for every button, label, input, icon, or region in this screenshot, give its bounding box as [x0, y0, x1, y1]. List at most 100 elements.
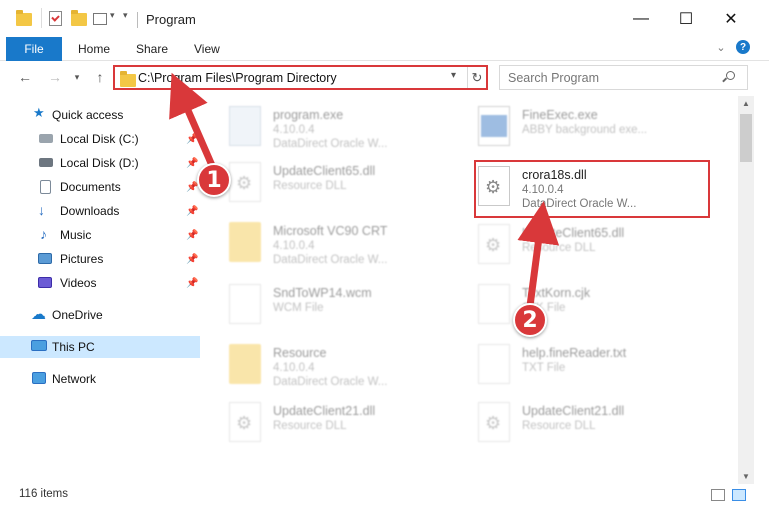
details-view-icon[interactable]: [711, 489, 725, 501]
sidebar-item-label: Local Disk (D:): [60, 156, 139, 170]
file-description: DataDirect Oracle W...: [273, 254, 388, 266]
folder-icon: [16, 9, 32, 28]
selected-file-highlight: [474, 160, 710, 218]
divider: [137, 12, 138, 28]
chevron-down-icon[interactable]: ▾: [110, 10, 115, 21]
refresh-button[interactable]: ↻: [467, 67, 486, 88]
scroll-down-icon[interactable]: ▼: [741, 472, 751, 481]
search-placeholder: Search Program: [508, 71, 600, 85]
dll-icon: [229, 162, 261, 202]
sidebar-item-videos[interactable]: Videos 📌: [0, 272, 200, 294]
customize-view-icon[interactable]: [93, 13, 107, 25]
folder-icon: [229, 344, 261, 384]
file-item[interactable]: UpdateClient65.dll Resource DLL: [478, 220, 718, 276]
tab-home[interactable]: Home: [78, 37, 110, 61]
pin-icon[interactable]: 📌: [186, 158, 198, 169]
sidebar-item-label: Pictures: [60, 252, 104, 266]
pin-icon[interactable]: 📌: [186, 134, 198, 145]
tab-view[interactable]: View: [194, 37, 220, 61]
file-type: TXT File: [522, 362, 566, 374]
new-folder-icon[interactable]: [71, 9, 87, 28]
collapse-ribbon-icon[interactable]: ⌄: [714, 40, 728, 54]
window-title: Program: [146, 12, 196, 27]
exe-icon: [478, 106, 510, 146]
close-button[interactable]: ✕: [716, 8, 746, 30]
drive-icon: [39, 158, 53, 167]
file-item[interactable]: help.fineReader.txt TXT File: [478, 340, 718, 396]
pin-icon[interactable]: 📌: [186, 254, 198, 265]
large-icons-view-icon[interactable]: [732, 489, 746, 501]
pictures-icon: [38, 253, 52, 264]
help-icon[interactable]: ?: [736, 40, 750, 54]
properties-icon[interactable]: [49, 11, 62, 26]
file-name: UpdateClient21.dll: [273, 404, 376, 418]
file-item[interactable]: UpdateClient21.dll Resource DLL: [478, 398, 718, 454]
file-item[interactable]: UpdateClient65.dll Resource DLL: [229, 158, 469, 214]
sidebar-item-network[interactable]: Network: [0, 368, 200, 390]
file-name: UpdateClient65.dll: [273, 164, 376, 178]
file-name: TextKorn.cjk: [522, 286, 591, 300]
sidebar-item-label: Documents: [60, 180, 121, 194]
file-icon: [229, 284, 261, 324]
status-bar: 116 items: [0, 484, 769, 506]
pin-icon[interactable]: 📌: [186, 230, 198, 241]
up-button[interactable]: ↑: [89, 66, 111, 88]
sidebar-item-quick-access[interactable]: ★ Quick access: [0, 104, 200, 126]
scroll-up-icon[interactable]: ▲: [741, 99, 751, 108]
downloads-icon: ↓: [38, 202, 45, 218]
file-version: 4.10.0.4: [273, 124, 315, 136]
file-item[interactable]: SndToWP14.wcm WCM File: [229, 280, 469, 336]
step-1-badge: 1: [197, 163, 231, 197]
maximize-button[interactable]: ☐: [671, 8, 701, 30]
sidebar-item-label: This PC: [52, 340, 95, 354]
file-type: WCM File: [273, 302, 324, 314]
pin-icon[interactable]: 📌: [186, 206, 198, 217]
tab-share[interactable]: Share: [136, 37, 168, 61]
forward-button[interactable]: →: [44, 66, 66, 88]
network-icon: [32, 372, 46, 384]
dll-icon: [229, 402, 261, 442]
search-input[interactable]: Search Program: [499, 65, 748, 90]
file-item[interactable]: Microsoft VC90 CRT 4.10.0.4 DataDirect O…: [229, 218, 469, 274]
sidebar-item-pictures[interactable]: Pictures 📌: [0, 248, 200, 270]
search-icon: [726, 71, 735, 80]
dll-icon: [478, 402, 510, 442]
file-item[interactable]: Resource 4.10.0.4 DataDirect Oracle W...: [229, 340, 469, 396]
file-type: Resource DLL: [273, 420, 347, 432]
exe-icon: [229, 106, 261, 146]
file-type: Resource DLL: [522, 242, 596, 254]
sidebar-item-local-disk-c[interactable]: Local Disk (C:) 📌: [0, 128, 200, 150]
computer-icon: [31, 340, 47, 351]
qa-dropdown-icon[interactable]: ▾: [123, 10, 128, 21]
file-name: UpdateClient65.dll: [522, 226, 625, 240]
item-count: 116 items: [19, 488, 69, 500]
ribbon: File Home Share View: [0, 37, 769, 61]
sidebar-item-onedrive[interactable]: ☁ OneDrive: [0, 304, 200, 326]
sidebar-item-label: OneDrive: [52, 308, 103, 322]
scroll-thumb[interactable]: [740, 114, 752, 162]
pin-icon[interactable]: 📌: [186, 278, 198, 289]
minimize-button[interactable]: —: [626, 8, 656, 30]
file-name: FineExec.exe: [522, 108, 598, 122]
sidebar-item-music[interactable]: ♪ Music 📌: [0, 224, 200, 246]
music-icon: ♪: [40, 226, 47, 242]
sidebar-item-downloads[interactable]: ↓ Downloads 📌: [0, 200, 200, 222]
recent-dropdown-icon[interactable]: ▾: [66, 66, 88, 88]
title-bar: ▾ ▾ Program — ☐ ✕: [0, 0, 769, 38]
sidebar-item-documents[interactable]: Documents 📌: [0, 176, 200, 198]
file-description: DataDirect Oracle W...: [273, 138, 388, 150]
divider: [41, 8, 42, 28]
file-item[interactable]: program.exe 4.10.0.4 DataDirect Oracle W…: [229, 102, 469, 158]
tab-file[interactable]: File: [6, 37, 62, 61]
sidebar-item-label: Downloads: [60, 204, 120, 218]
sidebar-item-label: Quick access: [52, 108, 124, 122]
sidebar-item-this-pc[interactable]: This PC: [0, 336, 200, 358]
chevron-down-icon[interactable]: ▾: [451, 70, 465, 81]
file-item[interactable]: FineExec.exe ABBY background exe...: [478, 102, 718, 158]
sidebar-item-local-disk-d[interactable]: Local Disk (D:) 📌: [0, 152, 200, 174]
back-button[interactable]: ←: [14, 66, 36, 88]
documents-icon: [40, 180, 51, 194]
file-item[interactable]: UpdateClient21.dll Resource DLL: [229, 398, 469, 454]
vertical-scrollbar[interactable]: ▲ ▼: [738, 96, 754, 484]
address-bar[interactable]: C:\Program Files\Program Directory ▾ ↻: [113, 65, 488, 90]
